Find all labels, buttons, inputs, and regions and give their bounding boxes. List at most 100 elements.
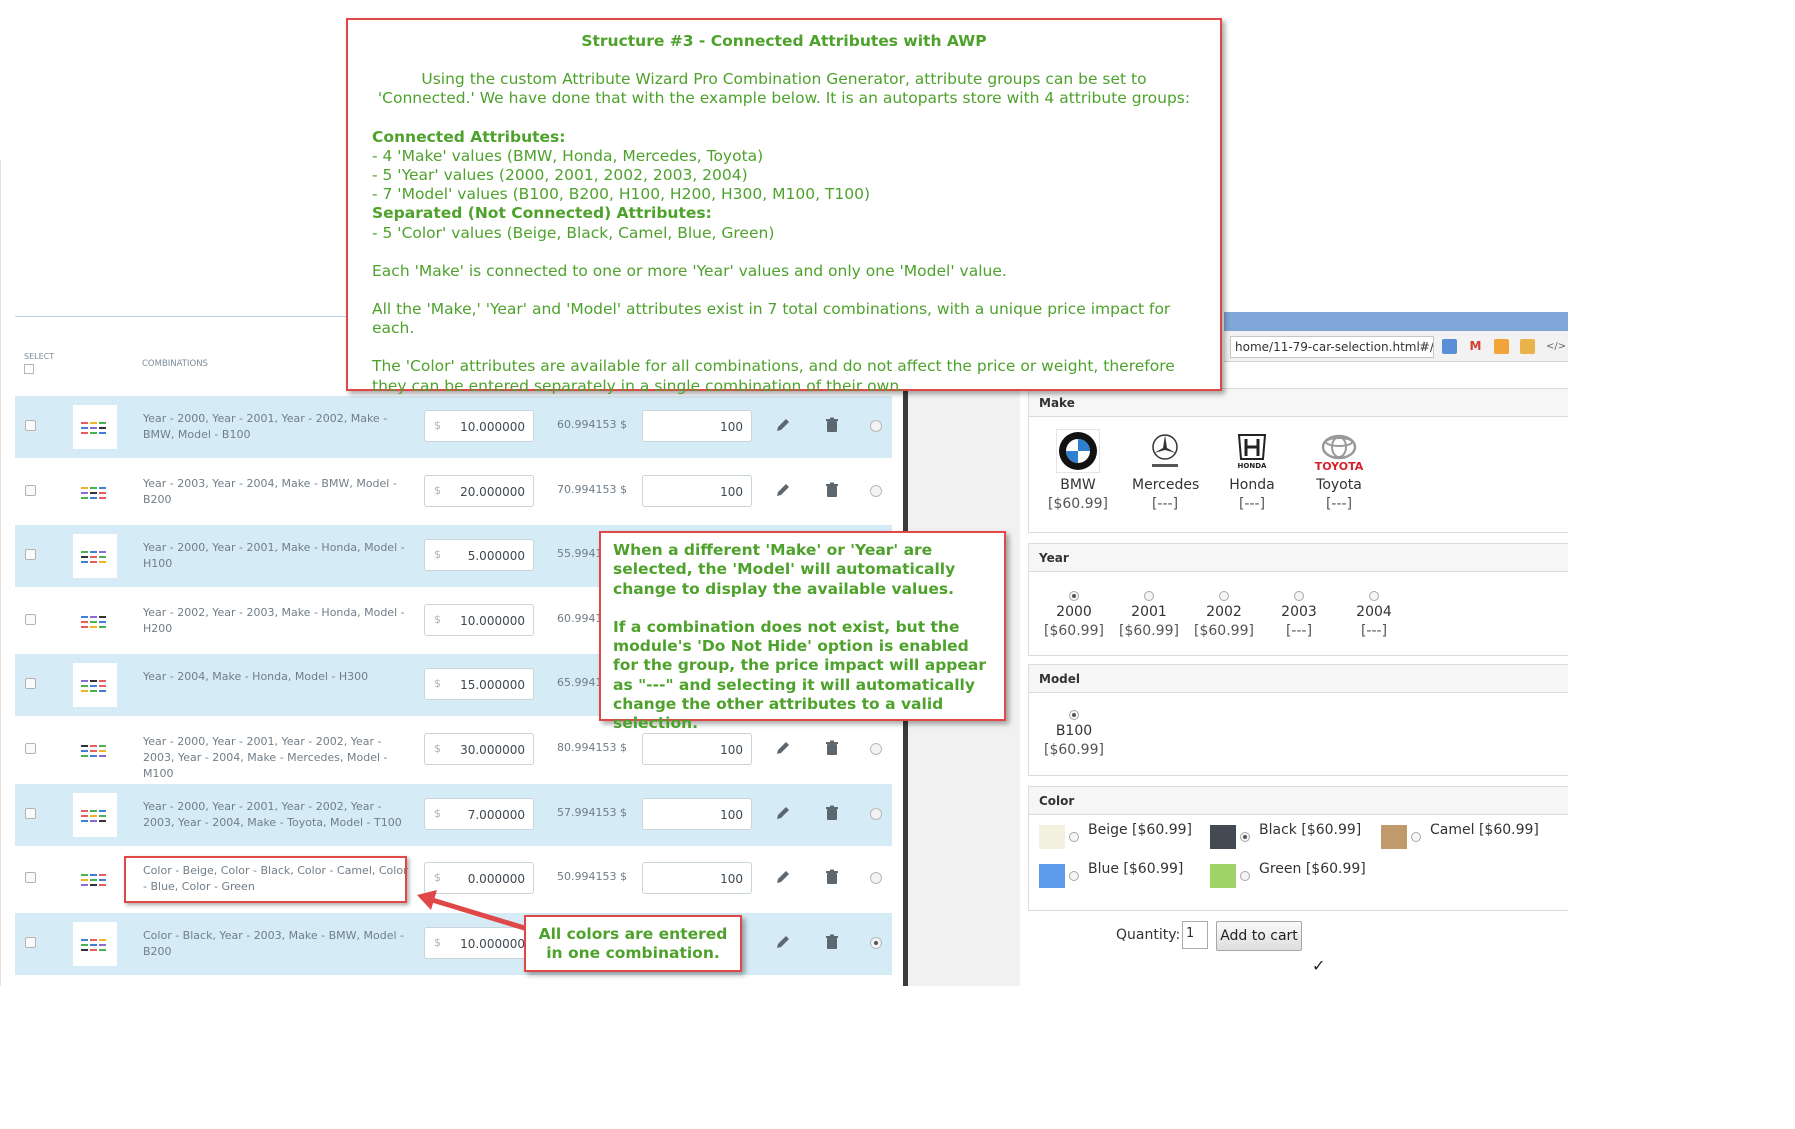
- row-checkbox[interactable]: [25, 484, 36, 496]
- year-price: [$60.99]: [1044, 623, 1104, 639]
- mercedes-logo-icon: [1143, 429, 1187, 473]
- impact-price-input[interactable]: $5.000000: [424, 539, 534, 572]
- row-checkbox[interactable]: [25, 613, 36, 625]
- edit-icon[interactable]: [774, 416, 792, 434]
- trash-icon[interactable]: [823, 481, 841, 499]
- trash-icon[interactable]: [823, 416, 841, 434]
- make-option-label: BMW: [1060, 477, 1096, 493]
- year-radio[interactable]: [1294, 591, 1304, 601]
- year-option[interactable]: 2000 [$60.99]: [1044, 591, 1104, 639]
- make-attribute-box: Make BMW [$60.99] Mercedes [---] HONDA Honda[…: [1028, 388, 1568, 533]
- edit-icon[interactable]: [774, 933, 792, 951]
- row-checkbox[interactable]: [25, 936, 36, 948]
- final-price: 65.9941: [557, 676, 603, 690]
- quantity-input[interactable]: 100: [642, 797, 752, 830]
- model-radio[interactable]: [1069, 710, 1079, 720]
- year-radio[interactable]: [1069, 591, 1079, 601]
- trash-icon[interactable]: [823, 804, 841, 822]
- make-option-toyota[interactable]: TOYOTA Toyota [---]: [1306, 429, 1372, 512]
- quantity-input[interactable]: 100: [642, 410, 752, 442]
- make-option-honda[interactable]: HONDA Honda [---]: [1219, 429, 1285, 512]
- combination-name: Year - 2000, Year - 2001, Year - 2002, Y…: [143, 799, 402, 829]
- year-option[interactable]: 2003 [---]: [1269, 591, 1329, 639]
- color-label: Beige [$60.99]: [1088, 822, 1192, 838]
- model-option[interactable]: B100 [$60.99]: [1044, 710, 1104, 758]
- row-checkbox[interactable]: [25, 743, 36, 754]
- color-radio[interactable]: [1240, 832, 1250, 842]
- color-swatch[interactable]: [1039, 864, 1065, 888]
- final-price: 55.9941: [557, 547, 603, 561]
- callout-paragraph: Each 'Make' is connected to one or more …: [372, 261, 1007, 280]
- quantity-value: 100: [720, 743, 743, 757]
- make-option-price: [---]: [1151, 496, 1179, 512]
- color-radio[interactable]: [1069, 832, 1079, 842]
- make-option-mercedes[interactable]: Mercedes [---]: [1132, 429, 1199, 512]
- final-price: 57.994153 $: [557, 805, 627, 819]
- color-swatch[interactable]: [1381, 825, 1407, 849]
- quantity-input[interactable]: 100: [642, 733, 752, 765]
- impact-price-input[interactable]: $7.000000: [424, 797, 534, 830]
- edit-icon[interactable]: [774, 739, 792, 757]
- default-radio[interactable]: [870, 936, 882, 949]
- impact-price-value: 10.000000: [460, 613, 525, 628]
- row-checkbox[interactable]: [25, 807, 36, 819]
- combination-name: Year - 2003, Year - 2004, Make - BMW, Mo…: [143, 476, 397, 506]
- default-radio[interactable]: [870, 484, 882, 497]
- select-all-checkbox[interactable]: [24, 364, 34, 374]
- impact-price-input[interactable]: $30.000000: [424, 733, 534, 765]
- year-radio[interactable]: [1144, 591, 1154, 601]
- year-radio[interactable]: [1369, 591, 1379, 601]
- edit-icon[interactable]: [774, 481, 792, 499]
- extension-icon-2[interactable]: [1520, 339, 1535, 354]
- gmail-icon[interactable]: M: [1468, 339, 1483, 354]
- honda-wordmark: HONDA: [1237, 462, 1267, 470]
- make-option-bmw[interactable]: BMW [$60.99]: [1045, 428, 1111, 512]
- currency-symbol: $: [434, 548, 441, 562]
- combination-name: Year - 2000, Year - 2001, Make - Honda, …: [143, 541, 405, 571]
- trash-icon[interactable]: [823, 933, 841, 951]
- devtools-icon[interactable]: </>: [1546, 339, 1566, 354]
- trash-icon[interactable]: [823, 868, 841, 886]
- row-checkbox[interactable]: [25, 420, 36, 431]
- table-row: Year - 2000, Year - 2001, Year - 2002, M…: [15, 396, 892, 458]
- combination-thumbnail: [73, 792, 117, 837]
- currency-symbol: $: [434, 806, 441, 820]
- quantity-input[interactable]: 1: [1182, 921, 1208, 949]
- year-option[interactable]: 2002 [$60.99]: [1194, 591, 1254, 639]
- color-radio[interactable]: [1411, 832, 1421, 842]
- color-combination-highlight: [124, 856, 407, 903]
- default-radio[interactable]: [870, 743, 882, 755]
- edit-icon[interactable]: [774, 804, 792, 822]
- row-checkbox[interactable]: [25, 678, 36, 690]
- edit-icon[interactable]: [774, 868, 792, 886]
- impact-price-input[interactable]: $20.000000: [424, 474, 534, 507]
- browser-toolbar: home/11-79-car-selection.html#/y ☆ M </>: [1224, 331, 1568, 362]
- impact-price-input[interactable]: $10.000000: [424, 603, 534, 636]
- year-option[interactable]: 2004 [---]: [1344, 591, 1404, 639]
- default-radio[interactable]: [870, 872, 882, 885]
- extension-icon[interactable]: [1442, 339, 1457, 354]
- row-checkbox[interactable]: [25, 872, 36, 884]
- color-swatch[interactable]: [1039, 825, 1065, 849]
- bookmark-star-icon[interactable]: ☆: [1416, 339, 1431, 354]
- callout-paragraph: When a different 'Make' or 'Year' are se…: [613, 541, 956, 598]
- address-bar[interactable]: home/11-79-car-selection.html#/y: [1230, 336, 1434, 358]
- row-checkbox[interactable]: [25, 549, 36, 561]
- trash-icon[interactable]: [823, 739, 841, 757]
- color-swatch[interactable]: [1210, 864, 1236, 888]
- quantity-input[interactable]: 100: [642, 862, 752, 895]
- year-option[interactable]: 2001 [$60.99]: [1119, 591, 1179, 639]
- color-radio[interactable]: [1240, 871, 1250, 881]
- quantity-input[interactable]: 100: [642, 474, 752, 507]
- analytics-icon[interactable]: [1494, 339, 1509, 354]
- default-radio[interactable]: [870, 807, 882, 820]
- impact-price-input[interactable]: $15.000000: [424, 668, 534, 701]
- impact-price-input[interactable]: $10.000000: [424, 410, 534, 442]
- quantity-value: 100: [720, 872, 743, 887]
- color-radio[interactable]: [1069, 871, 1079, 881]
- year-radio[interactable]: [1219, 591, 1229, 601]
- default-radio[interactable]: [870, 420, 882, 432]
- color-swatch[interactable]: [1210, 825, 1236, 849]
- add-to-cart-button[interactable]: Add to cart: [1216, 921, 1302, 951]
- currency-symbol: $: [434, 483, 441, 497]
